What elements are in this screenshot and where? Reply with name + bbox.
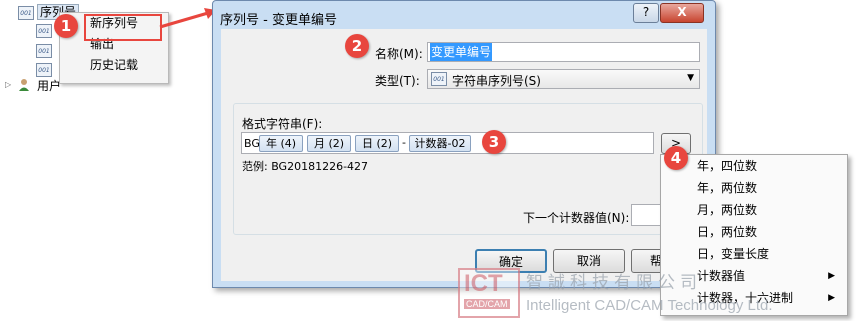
serial-number-icon: 001 [431,72,447,86]
menu-item-history[interactable]: 历史记载 [60,55,168,76]
next-counter-field[interactable] [631,204,661,226]
format-separator: - [402,136,406,149]
menu-item-month-2[interactable]: 月，两位数 [661,199,847,221]
format-prefix: BG [244,137,260,150]
callout-2: 2 [345,34,369,58]
company-name-cn: 智誠科技有限公司 [526,273,702,293]
menu-item-label: 日，变量长度 [697,247,770,261]
format-label: 格式字符串(F): [242,117,323,131]
type-label: 类型(T): [375,74,420,88]
name-label: 名称(M): [375,47,423,61]
format-token-year[interactable]: 年 (4) [259,135,303,152]
menu-item-year-4[interactable]: 年，四位数 [661,155,847,177]
format-string-field[interactable]: BG 年 (4) 月 (2) 日 (2) - 计数器-02 [241,132,654,154]
serial-number-icon: 001 [36,24,52,38]
logo-subtext: CAD/CAM [464,299,510,309]
type-select[interactable]: 001 字符串序列号(S) ▼ [427,69,700,89]
callout-3: 3 [482,130,506,154]
tree-item-users[interactable]: 用户 [37,77,61,94]
serial-number-icon: 001 [36,44,52,58]
example-text: 范例: BG20181226-427 [242,160,369,173]
menu-item-day-variable[interactable]: 日，变量长度 [661,243,847,265]
name-field[interactable]: 变更单编号 [427,42,700,62]
type-select-value: 字符串序列号(S) [452,74,541,88]
company-name-en: Intelligent CAD/CAM Technology Ltd. [526,297,773,314]
menu-item-label: 月，两位数 [697,203,758,217]
company-logo: ICT CAD/CAM [458,268,520,318]
name-field-value: 变更单编号 [430,43,493,61]
format-token-month[interactable]: 月 (2) [307,135,351,152]
expand-arrow-icon[interactable]: ▷ [5,80,11,89]
callout-4: 4 [664,146,688,170]
chevron-down-icon: ▼ [687,73,694,83]
highlight-box [84,14,162,41]
logo-text: ICT [464,270,503,297]
close-window-button[interactable]: X [660,3,704,23]
format-token-day[interactable]: 日 (2) [355,135,399,152]
help-window-button[interactable]: ? [633,3,659,23]
dialog-title: 序列号 - 变更单编号 [220,13,337,28]
serial-number-dialog: 序列号 - 变更单编号 ? X 名称(M): 变更单编号 类型(T): 001 … [212,0,716,288]
menu-item-label: 年，两位数 [697,181,758,195]
dialog-body: 名称(M): 变更单编号 类型(T): 001 字符串序列号(S) ▼ 2 格式… [221,29,707,281]
watermark: ICT CAD/CAM 智誠科技有限公司 Intelligent CAD/CAM… [458,264,856,321]
serial-number-icon: 001 [36,63,52,77]
menu-item-label: 日，两位数 [697,225,758,239]
menu-item-day-2[interactable]: 日，两位数 [661,221,847,243]
serial-number-icon: 001 [18,6,34,20]
annotation-arrow [159,8,216,29]
format-token-counter[interactable]: 计数器-02 [409,135,471,152]
next-counter-label: 下一个计数器值(N): [523,211,630,225]
menu-item-year-2[interactable]: 年，两位数 [661,177,847,199]
menu-item-label: 年，四位数 [697,159,758,173]
callout-1: 1 [54,14,78,38]
user-icon [18,78,30,92]
